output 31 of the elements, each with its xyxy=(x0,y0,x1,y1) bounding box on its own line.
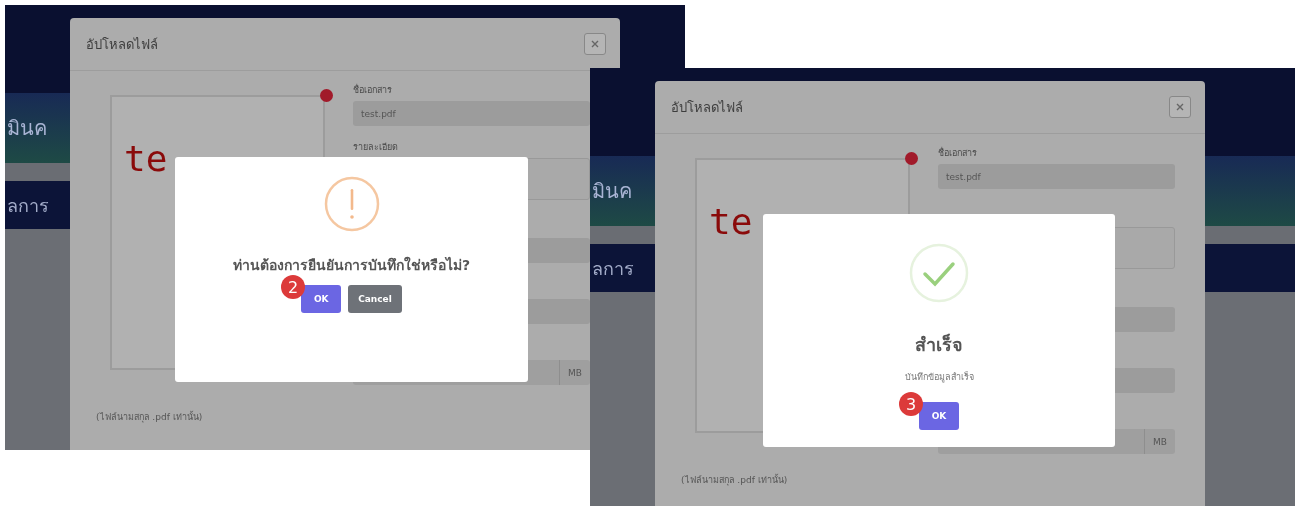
ok-button[interactable]: OK xyxy=(919,402,959,431)
section-title: ลการ xyxy=(7,193,49,218)
preview-text: te xyxy=(124,141,168,177)
section-title: ลการ xyxy=(592,256,634,281)
remove-icon[interactable] xyxy=(320,89,333,102)
cancel-button[interactable]: Cancel xyxy=(348,285,402,314)
banner-heading: มินค xyxy=(7,115,47,142)
close-icon xyxy=(1175,102,1185,112)
file-type-note: (ไฟล์นามสกุล .pdf เท่านั้น) xyxy=(96,410,204,424)
field-label: รายละเอียด xyxy=(353,141,399,154)
alert-title: ท่านต้องการยืนยันการบันทึกใช่หรือไม่? xyxy=(232,255,471,275)
modal-title: อัปโหลดไฟล์ xyxy=(86,35,158,54)
field-label: ชื่อเอกสาร xyxy=(938,146,978,160)
close-icon xyxy=(590,39,600,49)
file-type-note: (ไฟล์นามสกุล .pdf เท่านั้น) xyxy=(681,473,789,487)
field-label: ชื่อเอกสาร xyxy=(353,83,393,97)
input-field[interactable]: test.pdf xyxy=(353,101,590,126)
warning-icon xyxy=(322,175,381,233)
alert-message: บันทึกข้อมูลสำเร็จ xyxy=(904,370,974,385)
modal-title: อัปโหลดไฟล์ xyxy=(671,98,743,117)
ok-button[interactable]: OK xyxy=(301,285,342,314)
banner-heading: มินค xyxy=(592,178,632,205)
remove-icon[interactable] xyxy=(905,152,918,165)
close-button[interactable] xyxy=(584,33,606,55)
close-button[interactable] xyxy=(1169,96,1191,118)
alert-title: สำเร็จ xyxy=(915,332,963,357)
preview-text: te xyxy=(709,204,753,240)
step-badge: 3 xyxy=(899,392,923,417)
input-field[interactable]: test.pdf xyxy=(938,164,1175,189)
checkmark-icon xyxy=(908,242,970,304)
step-badge: 2 xyxy=(281,275,306,300)
